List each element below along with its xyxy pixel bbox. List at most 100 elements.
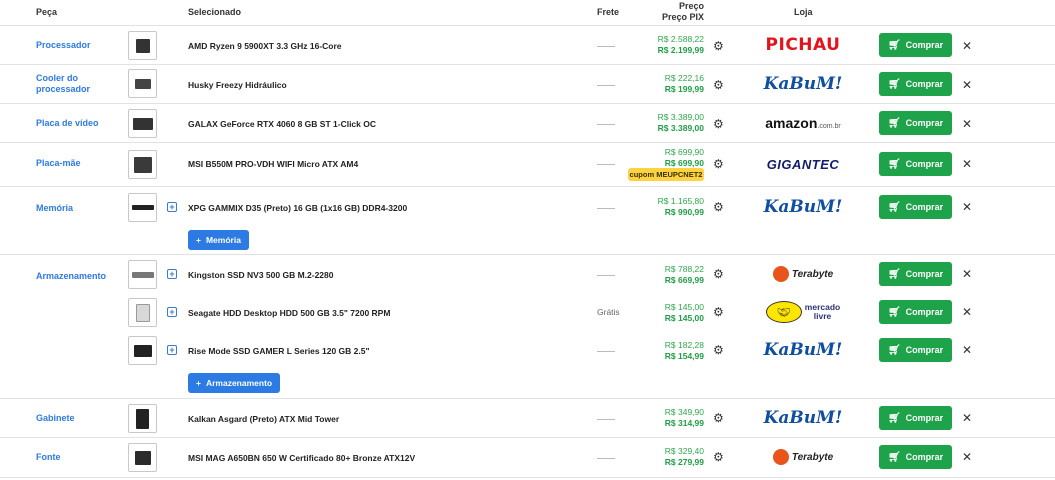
- close-icon[interactable]: ✕: [962, 118, 972, 130]
- close-icon[interactable]: ✕: [962, 412, 972, 424]
- product-thumbnail[interactable]: [128, 69, 157, 98]
- store-logo-pichau[interactable]: PICHAU: [764, 34, 842, 56]
- mercadolivre-logo-text: mercado livre: [805, 303, 840, 321]
- product-name[interactable]: Rise Mode SSD GAMER L Series 120 GB 2.5": [188, 346, 370, 356]
- buy-label: Comprar: [905, 413, 944, 423]
- close-icon[interactable]: ✕: [962, 201, 972, 213]
- frete-value: [597, 124, 615, 125]
- plus-icon[interactable]: +: [167, 269, 177, 279]
- store-logo-kabum[interactable]: KaBuM!: [764, 407, 843, 429]
- buy-button[interactable]: 🛒︎ Comprar: [879, 195, 952, 219]
- header-preco: Preço Preço PIX: [650, 1, 704, 23]
- close-icon[interactable]: ✕: [962, 158, 972, 170]
- product-thumbnail[interactable]: [128, 150, 157, 179]
- price-block: R$ 2.588,22 R$ 2.199,99: [640, 34, 704, 56]
- header-loja: Loja: [794, 7, 813, 17]
- ml-bottom: livre: [813, 311, 832, 321]
- close-icon[interactable]: ✕: [962, 40, 972, 52]
- buy-button[interactable]: 🛒︎ Comprar: [879, 406, 952, 430]
- close-icon[interactable]: ✕: [962, 79, 972, 91]
- price: R$ 2.588,22: [657, 34, 704, 44]
- product-thumbnail[interactable]: [128, 109, 157, 138]
- store-logo-kabum[interactable]: KaBuM!: [764, 339, 843, 361]
- price-pix: R$ 279,99: [664, 457, 704, 467]
- product-name[interactable]: GALAX GeForce RTX 4060 8 GB ST 1-Click O…: [188, 119, 376, 129]
- plus-icon[interactable]: +: [167, 307, 177, 317]
- frete-value: [597, 351, 615, 352]
- plus-icon[interactable]: +: [167, 202, 177, 212]
- plus-icon[interactable]: +: [167, 345, 177, 355]
- price-block: R$ 182,28 R$ 154,99: [640, 340, 704, 362]
- product-name[interactable]: Seagate HDD Desktop HDD 500 GB 3.5" 7200…: [188, 308, 390, 318]
- store-logo-kabum[interactable]: KaBuM!: [764, 73, 843, 95]
- product-thumbnail[interactable]: [128, 443, 157, 472]
- category-label[interactable]: Gabinete: [36, 413, 116, 424]
- product-name[interactable]: Kalkan Asgard (Preto) ATX Mid Tower: [188, 414, 339, 424]
- buy-button[interactable]: 🛒︎ Comprar: [879, 262, 952, 286]
- price: R$ 145,00: [664, 302, 704, 312]
- product-thumbnail[interactable]: [128, 298, 157, 327]
- product-thumbnail[interactable]: [128, 336, 157, 365]
- store-logo-amazon[interactable]: amazon.com.br: [764, 112, 842, 134]
- category-label[interactable]: Armazenamento: [36, 271, 116, 282]
- product-thumbnail[interactable]: [128, 260, 157, 289]
- store-logo-gigantec[interactable]: GIGANTEC: [764, 153, 842, 175]
- close-icon[interactable]: ✕: [962, 344, 972, 356]
- close-icon[interactable]: ✕: [962, 268, 972, 280]
- buy-button[interactable]: 🛒︎ Comprar: [879, 300, 952, 324]
- gear-icon[interactable]: ⚙: [713, 268, 724, 280]
- product-thumbnail[interactable]: [128, 31, 157, 60]
- price: R$ 182,28: [664, 340, 704, 350]
- table-row: Placa-mãe MSI B550M PRO-VDH WIFI Micro A…: [0, 143, 1055, 187]
- gear-icon[interactable]: ⚙: [713, 79, 724, 91]
- product-name[interactable]: XPG GAMMIX D35 (Preto) 16 GB (1x16 GB) D…: [188, 203, 407, 213]
- category-label[interactable]: Cooler do processador: [36, 73, 116, 95]
- store-logo-terabyte[interactable]: Terabyte: [764, 446, 842, 468]
- coupon-badge[interactable]: cupom MEUPCNET2: [628, 168, 704, 181]
- table-row: Memória + XPG GAMMIX D35 (Preto) 16 GB (…: [0, 187, 1055, 255]
- terabyte-logo-text: Terabyte: [791, 268, 834, 280]
- product-name[interactable]: Kingston SSD NV3 500 GB M.2-2280: [188, 270, 334, 280]
- buy-button[interactable]: 🛒︎ Comprar: [879, 72, 952, 96]
- gear-icon[interactable]: ⚙: [713, 40, 724, 52]
- add-memoria-button[interactable]: + Memória: [188, 230, 249, 250]
- frete-value: [597, 275, 615, 276]
- buy-button[interactable]: 🛒︎ Comprar: [879, 111, 952, 135]
- product-thumbnail[interactable]: [128, 404, 157, 433]
- gear-icon[interactable]: ⚙: [713, 158, 724, 170]
- product-name[interactable]: AMD Ryzen 9 5900XT 3.3 GHz 16-Core: [188, 41, 342, 51]
- buy-button[interactable]: 🛒︎ Comprar: [879, 338, 952, 362]
- category-label[interactable]: Memória: [36, 203, 116, 214]
- buy-label: Comprar: [905, 159, 944, 169]
- gear-icon[interactable]: ⚙: [713, 201, 724, 213]
- product-thumbnail[interactable]: [128, 193, 157, 222]
- mercadolivre-logo: 🤝︎ mercado livre: [765, 301, 840, 323]
- add-armazenamento-button[interactable]: + Armazenamento: [188, 373, 281, 393]
- gear-icon[interactable]: ⚙: [713, 306, 724, 318]
- table-row: Cooler do processador Husky Freezy Hidrá…: [0, 65, 1055, 104]
- gear-icon[interactable]: ⚙: [713, 118, 724, 130]
- price-pix: R$ 145,00: [664, 313, 704, 323]
- store-logo-kabum[interactable]: KaBuM!: [764, 196, 843, 218]
- category-label[interactable]: Placa-mãe: [36, 158, 116, 169]
- close-icon[interactable]: ✕: [962, 451, 972, 463]
- buy-button[interactable]: 🛒︎ Comprar: [879, 33, 952, 57]
- product-name[interactable]: MSI B550M PRO-VDH WIFI Micro ATX AM4: [188, 159, 358, 169]
- product-name[interactable]: Husky Freezy Hidráulico: [188, 80, 287, 90]
- category-label[interactable]: Placa de vídeo: [36, 118, 116, 129]
- product-name[interactable]: MSI MAG A650BN 650 W Certificado 80+ Bro…: [188, 453, 415, 463]
- buy-label: Comprar: [905, 118, 944, 128]
- cart-icon: 🛒︎: [887, 117, 901, 129]
- buy-button[interactable]: 🛒︎ Comprar: [879, 152, 952, 176]
- store-logo-terabyte[interactable]: Terabyte: [764, 263, 842, 285]
- gear-icon[interactable]: ⚙: [713, 451, 724, 463]
- buy-button[interactable]: 🛒︎ Comprar: [879, 445, 952, 469]
- gear-icon[interactable]: ⚙: [713, 412, 724, 424]
- gear-icon[interactable]: ⚙: [713, 344, 724, 356]
- close-icon[interactable]: ✕: [962, 306, 972, 318]
- amazon-logo-suffix: .com.br: [817, 123, 841, 130]
- category-label[interactable]: Processador: [36, 40, 116, 51]
- store-logo-mercadolivre[interactable]: 🤝︎ mercado livre: [764, 301, 842, 323]
- amazon-logo-main: amazon: [765, 115, 818, 131]
- category-label[interactable]: Fonte: [36, 452, 116, 463]
